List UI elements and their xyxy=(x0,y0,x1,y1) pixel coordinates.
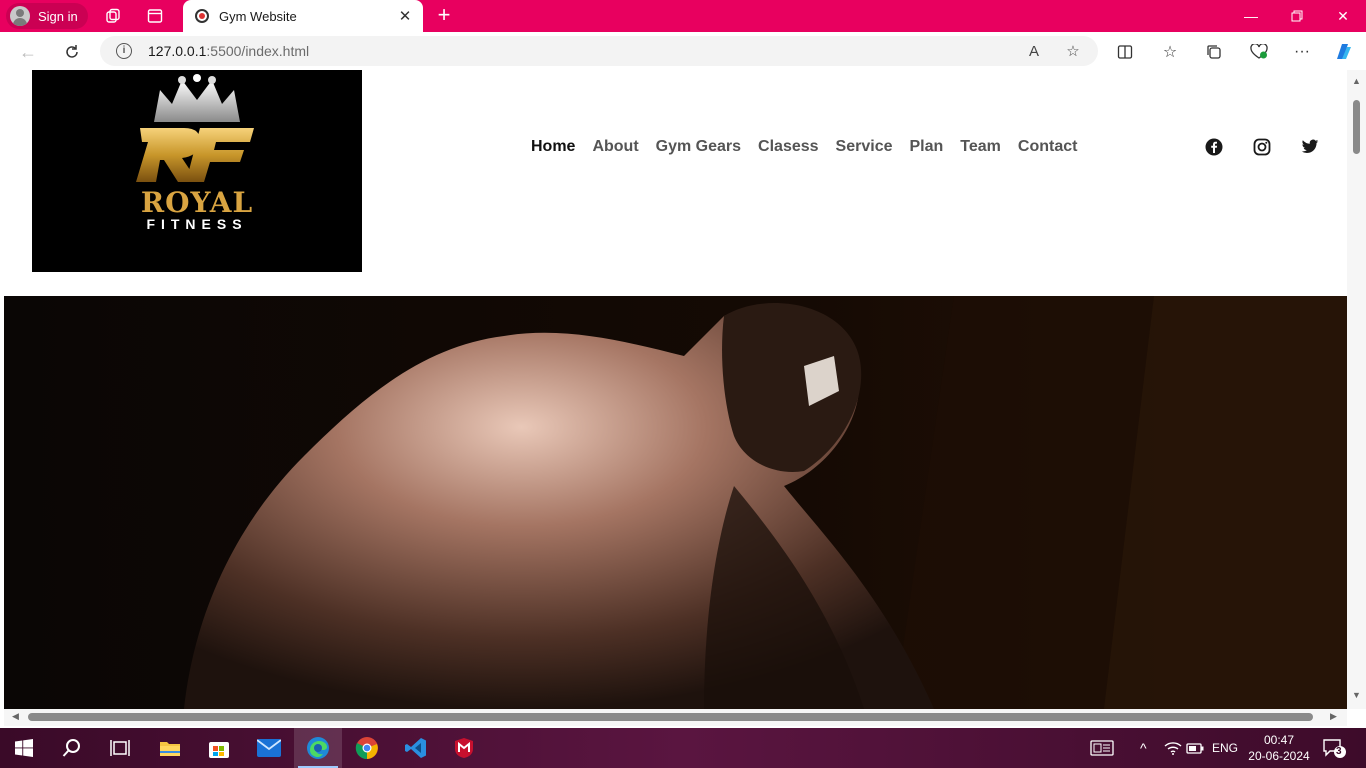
refresh-button[interactable] xyxy=(59,39,85,65)
nav-classes[interactable]: Clasess xyxy=(758,138,819,156)
notification-count: 3 xyxy=(1336,746,1342,757)
profile-button[interactable]: Sign in xyxy=(6,3,88,29)
nav-service[interactable]: Service xyxy=(836,138,893,156)
main-nav: Home About Gym Gears Clasess Service Pla… xyxy=(531,138,1077,156)
edge-browser-icon[interactable] xyxy=(294,728,342,768)
close-window-button[interactable]: ✕ xyxy=(1320,0,1366,32)
browser-essentials-icon[interactable] xyxy=(1247,40,1271,64)
browser-tab-bar: Sign in Gym Website ✕ + — ✕ xyxy=(0,0,1366,32)
favorites-icon[interactable]: ☆ xyxy=(1158,40,1182,64)
tab-gym-website[interactable]: Gym Website ✕ xyxy=(183,0,423,32)
address-bar[interactable]: i 127.0.0.1:5500/index.html A ☆ xyxy=(100,36,1098,66)
minimize-button[interactable]: — xyxy=(1228,0,1274,32)
more-menu-icon[interactable]: ··· xyxy=(1290,40,1314,64)
hero-image xyxy=(4,296,1347,709)
nav-home[interactable]: Home xyxy=(531,138,575,156)
restore-button[interactable] xyxy=(1274,0,1320,32)
instagram-icon[interactable] xyxy=(1252,137,1272,157)
facebook-icon[interactable] xyxy=(1204,137,1224,157)
microsoft-store-icon[interactable] xyxy=(195,728,243,768)
notifications-icon[interactable]: 3 xyxy=(1322,728,1346,768)
nav-plan[interactable]: Plan xyxy=(909,138,943,156)
clock-date: 20-06-2024 xyxy=(1248,749,1310,763)
windows-start-icon[interactable] xyxy=(0,728,48,768)
news-widget-icon[interactable] xyxy=(1090,728,1114,768)
new-tab-button[interactable]: + xyxy=(433,4,455,27)
horizontal-scroll-thumb[interactable] xyxy=(28,713,1313,721)
nav-about[interactable]: About xyxy=(592,138,638,156)
tab-favicon-icon xyxy=(195,9,209,23)
page-viewport: ROYAL FITNESS Home About Gym Gears Clase… xyxy=(4,70,1347,709)
collections-icon[interactable] xyxy=(1202,40,1226,64)
battery-icon[interactable] xyxy=(1186,728,1204,768)
clock-time: 00:47 xyxy=(1263,733,1295,747)
close-tab-icon[interactable]: ✕ xyxy=(397,8,413,25)
wifi-icon[interactable] xyxy=(1164,728,1182,768)
logo-top-text: ROYAL xyxy=(140,186,254,219)
vscode-icon[interactable] xyxy=(392,728,440,768)
avatar-icon xyxy=(10,6,30,26)
back-button[interactable]: ← xyxy=(15,39,41,65)
horizontal-scrollbar[interactable]: ◀ ▶ xyxy=(4,709,1347,726)
workspaces-icon[interactable] xyxy=(103,6,123,26)
language-indicator[interactable]: ENG xyxy=(1212,728,1238,768)
scroll-up-icon[interactable]: ▲ xyxy=(1352,76,1361,86)
tab-title: Gym Website xyxy=(219,8,297,24)
show-hidden-icons[interactable]: ^ xyxy=(1140,728,1147,768)
url-text[interactable]: 127.0.0.1:5500/index.html xyxy=(148,43,309,59)
nav-gym-gears[interactable]: Gym Gears xyxy=(656,138,741,156)
mcafee-icon[interactable] xyxy=(440,728,488,768)
search-icon[interactable] xyxy=(48,728,96,768)
split-screen-icon[interactable] xyxy=(1113,40,1137,64)
social-links xyxy=(1204,137,1320,157)
file-explorer-icon[interactable] xyxy=(146,728,194,768)
tab-actions-icon[interactable] xyxy=(145,6,165,26)
vertical-scroll-thumb[interactable] xyxy=(1353,100,1360,154)
scroll-down-icon[interactable]: ▼ xyxy=(1352,690,1361,700)
favorite-star-icon[interactable]: ☆ xyxy=(1063,41,1083,61)
site-logo[interactable]: ROYAL FITNESS xyxy=(32,70,362,272)
copilot-icon[interactable] xyxy=(1331,40,1355,64)
mail-icon[interactable] xyxy=(245,728,293,768)
scroll-left-icon[interactable]: ◀ xyxy=(12,711,19,722)
task-view-icon[interactable] xyxy=(96,728,144,768)
windows-taskbar: ^ ENG 00:47 20-06-2024 3 xyxy=(0,728,1366,768)
logo-bottom-text: FITNESS xyxy=(146,216,248,232)
scroll-right-icon[interactable]: ▶ xyxy=(1330,711,1337,722)
site-info-icon[interactable]: i xyxy=(116,43,132,59)
twitter-icon[interactable] xyxy=(1300,137,1320,157)
nav-team[interactable]: Team xyxy=(960,138,1001,156)
nav-contact[interactable]: Contact xyxy=(1018,138,1078,156)
vertical-scrollbar[interactable]: ▲ ▼ xyxy=(1347,70,1366,709)
system-clock[interactable]: 00:47 20-06-2024 xyxy=(1244,732,1314,764)
read-aloud-icon[interactable]: A xyxy=(1024,41,1044,61)
chrome-icon[interactable] xyxy=(343,728,391,768)
profile-label: Sign in xyxy=(38,8,78,24)
